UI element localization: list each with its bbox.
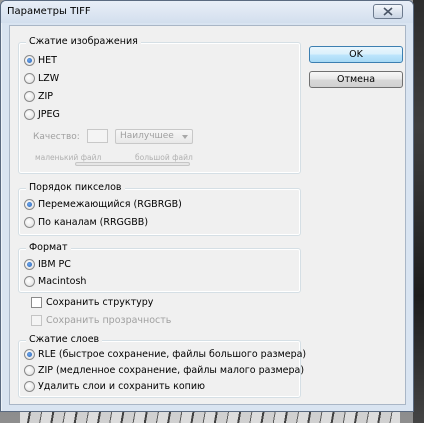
small-file-label: маленький файл xyxy=(35,153,102,162)
radio-button[interactable] xyxy=(24,109,35,120)
radio-button[interactable] xyxy=(24,73,35,84)
radio-button[interactable] xyxy=(24,199,35,210)
option-label: ZIP (медленное сохранение, файлы малого … xyxy=(38,365,305,376)
option-label: JPEG xyxy=(38,109,60,120)
option-label: Удалить слои и сохранить копию xyxy=(38,381,206,392)
tiff-options-dialog: Параметры TIFF Сжатие изображения НЕТ LZ… xyxy=(0,0,414,412)
radio-button[interactable] xyxy=(24,276,35,287)
pixel-order-group: Порядок пикселов Перемежающийся (RGBRGB)… xyxy=(18,182,301,236)
close-button[interactable] xyxy=(373,4,403,19)
quality-slider[interactable] xyxy=(75,162,190,166)
close-icon xyxy=(383,7,393,16)
quality-dropdown[interactable]: Наилучшее xyxy=(115,129,193,144)
save-structure-checkbox[interactable]: Сохранить структуру xyxy=(31,297,153,308)
quality-dropdown-value: Наилучшее xyxy=(120,131,174,141)
quality-label: Качество: xyxy=(33,132,80,142)
option-label: ZIP xyxy=(38,91,54,102)
radio-button[interactable] xyxy=(24,381,35,392)
byte-order-group: Формат IBM PC Macintosh xyxy=(18,242,301,293)
radio-button[interactable] xyxy=(24,259,35,270)
layer-compression-discard[interactable]: Удалить слои и сохранить копию xyxy=(24,381,205,392)
cancel-button[interactable]: Отмена xyxy=(309,71,403,88)
compression-option-jpeg[interactable]: JPEG xyxy=(24,109,60,120)
save-transparency-checkbox[interactable]: Сохранить прозрачность xyxy=(31,315,171,326)
option-label: RLE (быстрое сохранение, файлы большого … xyxy=(38,349,307,360)
pixel-order-interleaved[interactable]: Перемежающийся (RGBRGB) xyxy=(24,199,182,210)
compression-option-lzw[interactable]: LZW xyxy=(24,73,59,84)
background-artwork-edge xyxy=(413,0,424,423)
layer-compression-zip[interactable]: ZIP (медленное сохранение, файлы малого … xyxy=(24,365,304,376)
format-option-macintosh[interactable]: Macintosh xyxy=(24,276,86,287)
checkbox[interactable] xyxy=(31,297,42,308)
dialog-body: Сжатие изображения НЕТ LZW ZIP JPEG Каче… xyxy=(9,25,406,405)
large-file-label: большой файл xyxy=(135,153,193,162)
format-option-ibm-pc[interactable]: IBM PC xyxy=(24,259,71,270)
option-label: НЕТ xyxy=(38,55,57,66)
checkbox-label: Сохранить структуру xyxy=(46,297,154,308)
compression-option-none[interactable]: НЕТ xyxy=(24,55,57,66)
compression-option-zip[interactable]: ZIP xyxy=(24,91,53,102)
window-title: Параметры TIFF xyxy=(7,6,91,17)
ok-button[interactable]: OK xyxy=(309,46,403,63)
title-bar[interactable]: Параметры TIFF xyxy=(1,1,413,23)
quality-input[interactable] xyxy=(87,129,108,143)
image-compression-legend: Сжатие изображения xyxy=(26,36,141,48)
radio-button[interactable] xyxy=(24,349,35,360)
option-label: Macintosh xyxy=(38,276,87,287)
pixel-order-per-channel[interactable]: По каналам (RRGGBB) xyxy=(24,217,148,228)
option-label: По каналам (RRGGBB) xyxy=(38,217,149,228)
checkbox-label: Сохранить прозрачность xyxy=(46,315,172,326)
option-label: Перемежающийся (RGBRGB) xyxy=(38,199,182,210)
radio-button[interactable] xyxy=(24,91,35,102)
radio-button[interactable] xyxy=(24,55,35,66)
layer-compression-group: Сжатие слоев RLE (быстрое сохранение, фа… xyxy=(18,334,306,398)
image-compression-group: Сжатие изображения НЕТ LZW ZIP JPEG Каче… xyxy=(18,36,301,174)
option-label: IBM PC xyxy=(38,259,71,270)
radio-button[interactable] xyxy=(24,217,35,228)
layer-compression-legend: Сжатие слоев xyxy=(26,334,103,346)
pixel-order-legend: Порядок пикселов xyxy=(26,182,125,194)
byte-order-legend: Формат xyxy=(26,242,71,254)
chevron-down-icon xyxy=(182,135,188,139)
radio-button[interactable] xyxy=(24,365,35,376)
option-label: LZW xyxy=(38,73,60,84)
checkbox[interactable] xyxy=(31,315,42,326)
layer-compression-rle[interactable]: RLE (быстрое сохранение, файлы большого … xyxy=(24,349,306,360)
